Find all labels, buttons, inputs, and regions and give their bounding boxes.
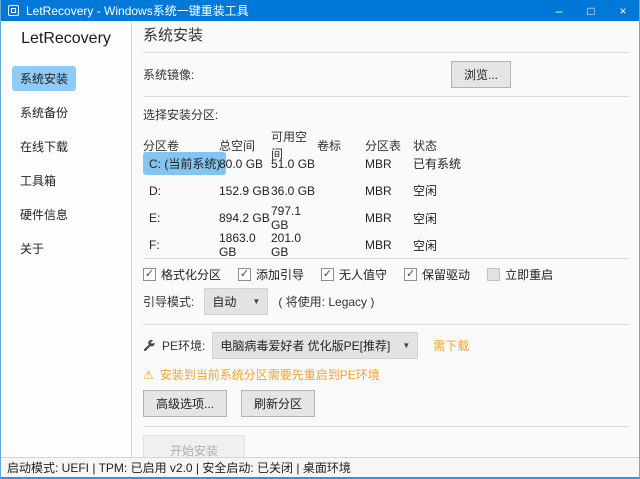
partition-section-label: 选择安装分区: <box>143 97 629 128</box>
install-options-row: ✓ 格式化分区 ✓ 添加引导 ✓ 无人值守 ✓ 保留驱动 立即重启 <box>143 259 629 283</box>
sidebar-item-toolbox[interactable]: 工具箱 <box>12 168 64 193</box>
cell-volume: F: <box>143 238 219 252</box>
advanced-options-button[interactable]: 高级选项... <box>143 390 227 417</box>
cell-volume: D: <box>143 184 219 198</box>
download-required-note: 需下载 <box>433 337 469 354</box>
boot-mode-dropdown[interactable]: 自动 ▼ <box>204 288 268 315</box>
chevron-down-icon: ▼ <box>252 297 260 306</box>
column-volume: 分区卷 <box>143 137 219 154</box>
cell-volume: E: <box>143 211 219 225</box>
pe-warning-text: 安装到当前系统分区需要先重启到PE环境 <box>160 366 380 383</box>
titlebar: LetRecovery - Windows系统一键重装工具 – □ × <box>1 0 639 21</box>
cell-total: 152.9 GB <box>219 184 271 198</box>
cell-status: 空闲 <box>413 210 629 227</box>
checkbox-keep-drivers[interactable]: ✓ 保留驱动 <box>404 266 470 283</box>
close-button[interactable]: × <box>607 0 639 21</box>
window-controls: – □ × <box>543 0 639 21</box>
column-partition-table: 分区表 <box>365 137 413 154</box>
main-panel: 系统安装 系统镜像: 浏览... 选择安装分区: 分区卷 总空间 可用空间 卷标… <box>132 21 639 457</box>
maximize-button[interactable]: □ <box>575 0 607 21</box>
cell-table: MBR <box>365 238 413 252</box>
partition-row-c[interactable]: C: (当前系统) 80.0 GB 51.0 GB MBR 已有系统 <box>143 150 629 177</box>
cell-total: 894.2 GB <box>219 211 271 225</box>
checkbox-label: 保留驱动 <box>422 266 470 283</box>
start-install-button[interactable]: 开始安装 <box>143 435 245 457</box>
cell-free: 201.0 GB <box>271 231 317 259</box>
sidebar-item-about[interactable]: 关于 <box>12 236 52 261</box>
pe-warning-row: ⚠ 安装到当前系统分区需要先重启到PE环境 <box>143 359 629 383</box>
cell-status: 空闲 <box>413 182 629 199</box>
cell-total: 1863.0 GB <box>219 231 271 259</box>
system-image-row: 系统镜像: 浏览... <box>143 53 629 96</box>
column-status: 状态 <box>413 137 629 154</box>
checkbox-add-boot[interactable]: ✓ 添加引导 <box>238 266 304 283</box>
checkbox-label: 格式化分区 <box>161 266 221 283</box>
cell-table: MBR <box>365 211 413 225</box>
system-image-label: 系统镜像: <box>143 66 194 83</box>
sidebar-item-online-download[interactable]: 在线下载 <box>12 134 76 159</box>
checkbox-format-partition[interactable]: ✓ 格式化分区 <box>143 266 221 283</box>
boot-mode-label: 引导模式: <box>143 293 194 310</box>
partition-table-header: 分区卷 总空间 可用空间 卷标 分区表 状态 <box>143 128 629 150</box>
checkbox-label: 无人值守 <box>339 266 387 283</box>
cell-total: 80.0 GB <box>219 157 271 171</box>
column-volume-label: 卷标 <box>317 137 365 154</box>
cell-status: 已有系统 <box>413 155 629 172</box>
browse-button[interactable]: 浏览... <box>451 61 511 88</box>
boot-mode-hint: ( 将使用: Legacy ) <box>278 293 374 310</box>
partition-row-f[interactable]: F: 1863.0 GB 201.0 GB MBR 空闲 <box>143 231 629 258</box>
checkbox-unchecked-icon <box>487 268 500 281</box>
app-brand: LetRecovery <box>1 26 131 66</box>
statusbar: 启动模式: UEFI | TPM: 已启用 v2.0 | 安全启动: 已关闭 |… <box>1 457 639 477</box>
partition-row-d[interactable]: D: 152.9 GB 36.0 GB MBR 空闲 <box>143 177 629 204</box>
checkbox-checked-icon: ✓ <box>321 268 334 281</box>
app-icon <box>8 5 19 16</box>
sidebar-item-system-install[interactable]: 系统安装 <box>12 66 76 91</box>
window-body: LetRecovery 系统安装 系统备份 在线下载 工具箱 硬件信息 关于 系… <box>1 21 639 457</box>
cell-table: MBR <box>365 184 413 198</box>
column-total-space: 总空间 <box>219 137 271 154</box>
cell-free: 36.0 GB <box>271 184 317 198</box>
pe-environment-value: 电脑病毒爱好者 优化版PE[推荐] <box>220 337 390 354</box>
checkbox-checked-icon: ✓ <box>238 268 251 281</box>
sidebar-item-system-backup[interactable]: 系统备份 <box>12 100 76 125</box>
sidebar-item-hardware-info[interactable]: 硬件信息 <box>12 202 76 227</box>
minimize-button[interactable]: – <box>543 0 575 21</box>
warning-icon: ⚠ <box>143 368 154 382</box>
action-buttons-row: 高级选项... 刷新分区 <box>143 383 629 426</box>
cell-free: 797.1 GB <box>271 204 317 232</box>
start-install-area: 开始安装 <box>143 427 629 457</box>
chevron-down-icon: ▼ <box>402 341 410 350</box>
checkbox-label: 立即重启 <box>505 266 553 283</box>
boot-mode-value: 自动 <box>212 293 236 310</box>
refresh-partitions-button[interactable]: 刷新分区 <box>241 390 315 417</box>
pe-environment-label: PE环境: <box>162 337 205 354</box>
cell-status: 空闲 <box>413 237 629 254</box>
partition-row-e[interactable]: E: 894.2 GB 797.1 GB MBR 空闲 <box>143 204 629 231</box>
app-window: LetRecovery - Windows系统一键重装工具 – □ × LetR… <box>0 0 640 479</box>
cell-free: 51.0 GB <box>271 157 317 171</box>
checkbox-checked-icon: ✓ <box>404 268 417 281</box>
checkbox-reboot-now[interactable]: 立即重启 <box>487 266 553 283</box>
pe-environment-dropdown[interactable]: 电脑病毒爱好者 优化版PE[推荐] ▼ <box>212 332 418 359</box>
checkbox-label: 添加引导 <box>256 266 304 283</box>
pe-environment-row: PE环境: 电脑病毒爱好者 优化版PE[推荐] ▼ 需下载 <box>143 325 629 359</box>
window-title: LetRecovery - Windows系统一键重装工具 <box>26 2 249 19</box>
wrench-icon <box>143 340 155 352</box>
page-title: 系统安装 <box>143 27 629 45</box>
checkbox-unattended[interactable]: ✓ 无人值守 <box>321 266 387 283</box>
boot-mode-row: 引导模式: 自动 ▼ ( 将使用: Legacy ) <box>143 283 629 324</box>
cell-table: MBR <box>365 157 413 171</box>
sidebar: LetRecovery 系统安装 系统备份 在线下载 工具箱 硬件信息 关于 <box>1 21 132 457</box>
status-text: 启动模式: UEFI | TPM: 已启用 v2.0 | 安全启动: 已关闭 |… <box>7 459 351 476</box>
current-system-badge[interactable]: C: (当前系统) <box>143 152 226 175</box>
checkbox-checked-icon: ✓ <box>143 268 156 281</box>
partition-table: 分区卷 总空间 可用空间 卷标 分区表 状态 C: (当前系统) 80.0 GB… <box>143 128 629 258</box>
